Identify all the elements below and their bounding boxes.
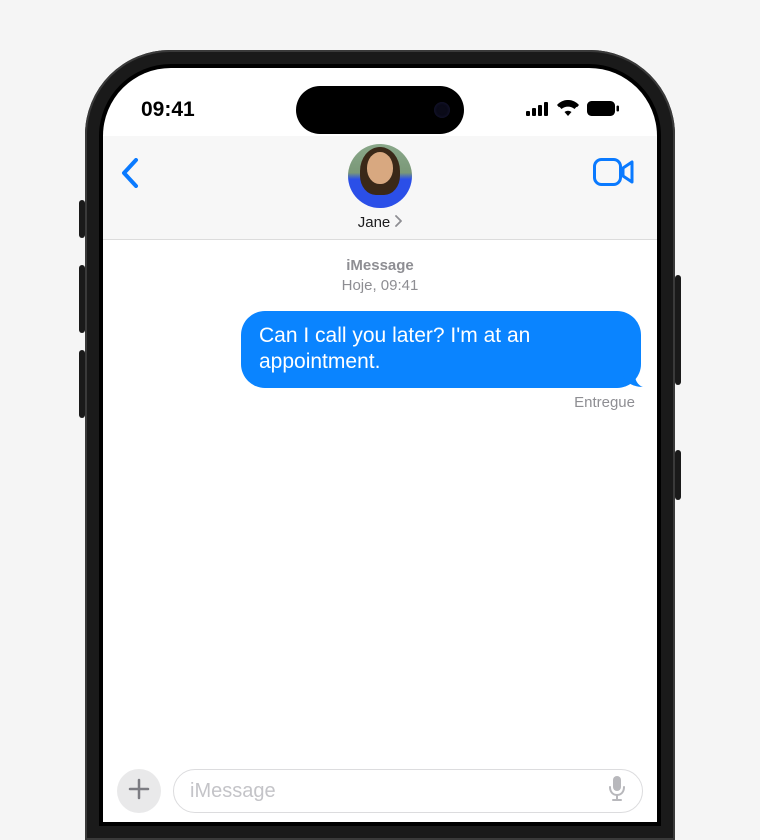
wifi-icon: [557, 98, 579, 122]
plus-icon: [128, 775, 150, 807]
dynamic-island: [296, 86, 464, 134]
battery-icon: [587, 98, 619, 122]
conversation-body[interactable]: iMessage Hoje, 09:41 Can I call you late…: [103, 240, 657, 704]
contact-name-button[interactable]: Jane: [358, 214, 403, 231]
screen: 09:41: [103, 68, 657, 822]
cellular-icon: [526, 98, 549, 122]
compose-bar: iMessage: [103, 760, 657, 822]
delivery-status: Entregue: [119, 394, 641, 411]
timestamp: Hoje, 09:41: [119, 276, 641, 296]
phone-camera-button: [675, 450, 681, 500]
service-label: iMessage: [119, 256, 641, 276]
phone-power-button: [675, 275, 681, 385]
back-button[interactable]: [121, 158, 139, 193]
input-placeholder: iMessage: [190, 780, 276, 803]
contact-avatar[interactable]: [348, 144, 412, 208]
conversation-header: Jane: [103, 136, 657, 240]
facetime-button[interactable]: [593, 158, 635, 191]
message-metadata: iMessage Hoje, 09:41: [119, 256, 641, 297]
chevron-right-icon: [394, 214, 402, 231]
message-text: Can I call you later? I'm at an appointm…: [259, 324, 530, 374]
add-attachment-button[interactable]: [117, 769, 161, 813]
contact-name: Jane: [358, 214, 391, 231]
status-time: 09:41: [141, 98, 195, 122]
message-input[interactable]: iMessage: [173, 769, 643, 813]
sent-message-bubble[interactable]: Can I call you later? I'm at an appointm…: [241, 311, 641, 389]
dictation-button[interactable]: [608, 776, 626, 807]
message-row: Can I call you later? I'm at an appointm…: [119, 311, 641, 389]
front-camera: [434, 102, 450, 118]
phone-frame: 09:41: [85, 50, 675, 840]
bubble-tail-icon: [623, 367, 643, 387]
